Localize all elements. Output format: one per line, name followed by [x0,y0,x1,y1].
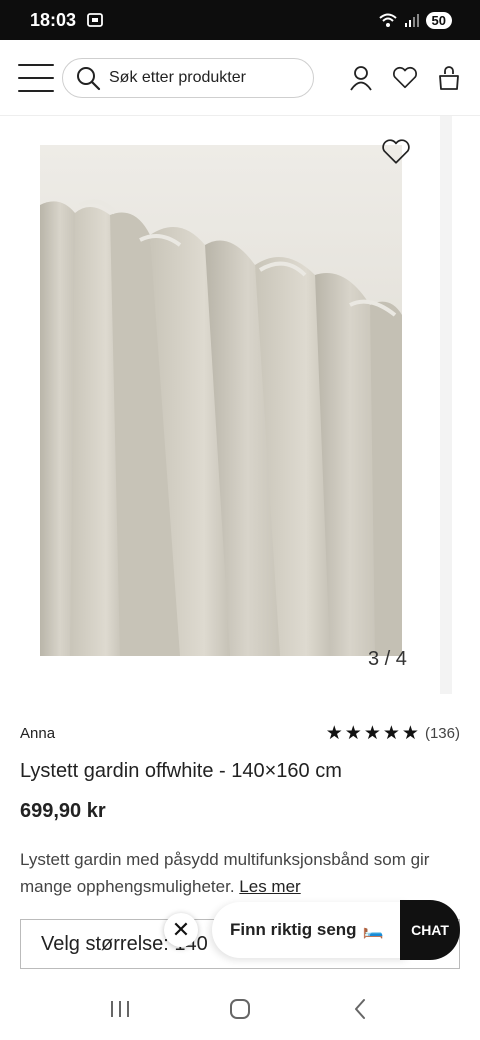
chat-button[interactable]: CHAT [400,900,460,960]
home-icon [230,999,250,1019]
product-title: Lystett gardin offwhite - 140×160 cm [20,760,342,782]
status-right: 50 [378,11,452,29]
menu-line [18,63,54,66]
brand-rating-row: Anna ★ ★ ★ ★ ★ (136) [20,724,460,743]
promo-banner[interactable]: Finn riktig seng 🛏️ [212,902,408,958]
search-input[interactable]: Søk etter produkter [62,57,314,98]
bag-icon [439,65,459,90]
menu-line [18,89,54,92]
screenshot-icon [87,13,103,27]
back-button[interactable] [340,989,380,1029]
close-promo-button[interactable]: ✕ [164,913,198,947]
product-gallery[interactable]: 3 / 4 [0,116,480,694]
product-price: 699,90 kr [20,800,106,822]
next-slide-peek[interactable] [452,116,480,694]
wifi-icon [378,13,397,27]
wishlist-button[interactable] [392,65,418,91]
product-description: Lystett gardin med påsydd multifunksjons… [20,846,460,900]
status-bar: 18:03 50 [0,0,480,40]
brand-name: Anna [20,725,56,742]
star-icon: ★ [363,723,381,744]
search-icon [77,66,101,90]
clock: 18:03 [30,9,77,30]
read-more-link[interactable]: Les mer [239,877,300,896]
header-icons [348,65,462,91]
user-icon [350,65,372,91]
gallery-slide: 3 / 4 [0,116,440,694]
search-placeholder: Søk etter produkter [109,68,246,86]
description-text: Lystett gardin med påsydd multifunksjons… [20,850,430,896]
cart-button[interactable] [436,65,462,91]
heart-icon [382,139,410,164]
star-icon: ★ [401,723,419,744]
account-button[interactable] [348,65,374,91]
star-icon: ★ [325,723,343,744]
add-to-wishlist-button[interactable] [381,138,411,166]
back-icon [355,999,365,1019]
star-icon: ★ [344,723,362,744]
bed-icon: 🛏️ [362,920,384,939]
close-icon: ✕ [171,917,191,942]
status-left: 18:03 [30,10,104,31]
menu-button[interactable] [18,63,54,92]
battery-indicator: 50 [425,11,452,29]
site-header: Søk etter produkter [0,40,480,116]
recent-apps-icon [111,1001,129,1017]
promo-text: Finn riktig seng [230,920,357,939]
star-icon: ★ [382,723,400,744]
curtain-illustration [40,145,402,656]
gallery-counter: 3 / 4 [368,648,407,670]
recent-apps-button[interactable] [100,989,140,1029]
heart-icon [393,66,417,88]
menu-line [18,76,54,79]
rating[interactable]: ★ ★ ★ ★ ★ (136) [326,724,460,743]
review-count: (136) [424,725,460,742]
signal-icon [404,14,419,27]
home-button[interactable] [220,989,260,1029]
system-nav-bar [0,978,480,1040]
product-image[interactable] [40,145,402,656]
